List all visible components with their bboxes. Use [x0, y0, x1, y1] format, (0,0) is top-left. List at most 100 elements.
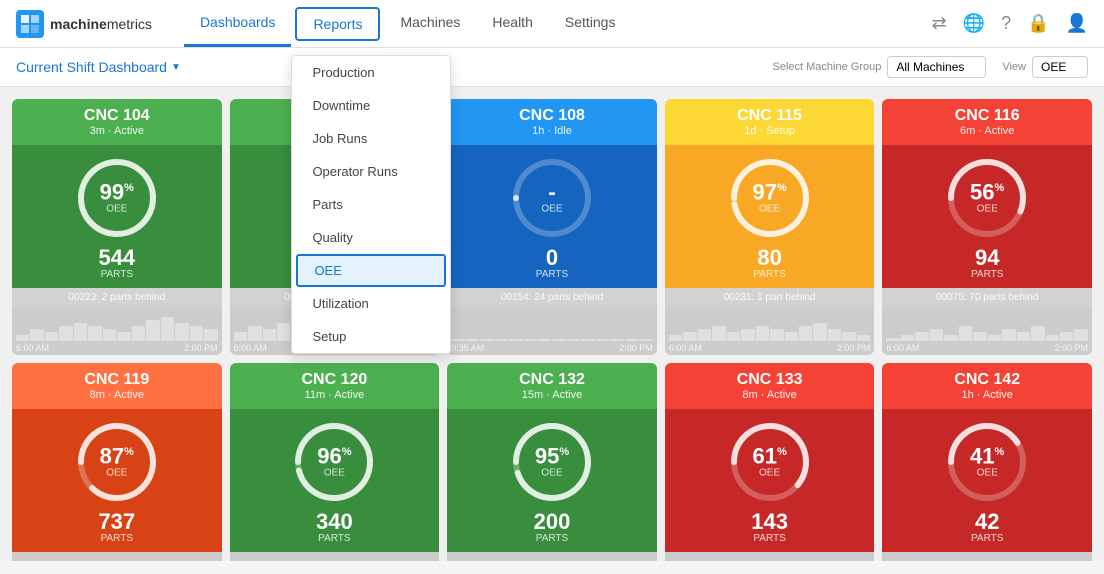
- card-header: CNC 116 6m · Active: [882, 99, 1092, 145]
- card-header: CNC 104 3m · Active: [12, 99, 222, 145]
- machine-group-select-group: Select Machine Group All Machines: [773, 56, 987, 78]
- machine-status: 11m · Active: [238, 389, 432, 401]
- dashboard-title[interactable]: Current Shift Dashboard ▼: [16, 59, 181, 75]
- card-header: CNC 108 1h · Idle: [447, 99, 657, 145]
- oee-percent: 41%: [970, 446, 1004, 468]
- reports-menu-item-parts[interactable]: Parts: [292, 188, 450, 221]
- reports-menu-item-production[interactable]: Production: [292, 56, 450, 89]
- machine-card-cnc-104[interactable]: CNC 104 3m · Active 99% OEE 544 PARTS 00…: [12, 99, 222, 355]
- logo-icon: [16, 10, 44, 38]
- parts-value: 200: [534, 511, 571, 533]
- machine-name: CNC 133: [673, 371, 867, 389]
- machine-card-cnc-116[interactable]: CNC 116 6m · Active 56% OEE 94 PARTS 000…: [882, 99, 1092, 355]
- oee-circle: 97% OEE: [725, 153, 815, 243]
- oee-label: OEE: [970, 468, 1004, 479]
- card-body: 97% OEE 80 PARTS: [665, 145, 875, 288]
- reports-menu-item-oee[interactable]: OEE: [296, 254, 446, 287]
- time-start: 6:00 AM: [234, 343, 267, 353]
- oee-percent: -: [541, 182, 562, 204]
- machine-name: CNC 142: [890, 371, 1084, 389]
- machine-card-cnc-115[interactable]: CNC 115 1d · Setup 97% OEE 80 PARTS 0023…: [665, 99, 875, 355]
- view-select[interactable]: OEE: [1032, 56, 1088, 78]
- timeline-times: 6:00 AM 2:00 PM: [12, 341, 222, 355]
- oee-value: 97% OEE: [752, 182, 786, 215]
- card-footer: 00223: 2 parts behind: [12, 288, 222, 307]
- nav-machines[interactable]: Machines: [384, 0, 476, 47]
- machine-card-cnc-119[interactable]: CNC 119 8m · Active 87% OEE 737 PARTS 6:…: [12, 363, 222, 561]
- machine-card-cnc-120[interactable]: CNC 120 11m · Active 96% OEE 340 PARTS 6…: [230, 363, 440, 561]
- machine-card-cnc-108[interactable]: CNC 108 1h · Idle - OEE 0 PARTS 00154: 2…: [447, 99, 657, 355]
- reports-menu-item-quality[interactable]: Quality: [292, 221, 450, 254]
- card-footer: 00154: 24 parts behind: [447, 288, 657, 307]
- oee-label: OEE: [535, 468, 569, 479]
- help-icon[interactable]: ?: [1001, 13, 1011, 34]
- oee-value: 95% OEE: [535, 446, 569, 479]
- reports-menu-item-job-runs[interactable]: Job Runs: [292, 122, 450, 155]
- oee-circle: - OEE: [507, 153, 597, 243]
- reports-menu-item-setup[interactable]: Setup: [292, 320, 450, 353]
- logo[interactable]: machinemetrics: [16, 10, 152, 38]
- timeline: [447, 307, 657, 341]
- main-nav: Dashboards Reports ProductionDowntimeJob…: [184, 0, 932, 47]
- parts-value: 94: [975, 247, 999, 269]
- reports-menu-item-operator-runs[interactable]: Operator Runs: [292, 155, 450, 188]
- oee-percent: 56%: [970, 182, 1004, 204]
- time-start: 6:00 AM: [886, 343, 919, 353]
- nav-settings[interactable]: Settings: [549, 0, 632, 47]
- oee-percent: 87%: [100, 446, 134, 468]
- machine-card-cnc-132[interactable]: CNC 132 15m · Active 95% OEE 200 PARTS 6…: [447, 363, 657, 561]
- card-body: 96% OEE 340 PARTS: [230, 409, 440, 552]
- nav-health[interactable]: Health: [476, 0, 548, 47]
- machine-card-cnc-142[interactable]: CNC 142 1h · Active 41% OEE 42 PARTS 6:0…: [882, 363, 1092, 561]
- reports-dropdown: ProductionDowntimeJob RunsOperator RunsP…: [291, 55, 451, 354]
- machine-group-select[interactable]: All Machines: [887, 56, 986, 78]
- parts-value: 544: [98, 247, 135, 269]
- time-start: 6:00 AM: [669, 343, 702, 353]
- time-end: 2:00 PM: [837, 343, 871, 353]
- parts-label: PARTS: [536, 533, 568, 544]
- oee-percent: 95%: [535, 446, 569, 468]
- machine-name: CNC 132: [455, 371, 649, 389]
- parts-label: PARTS: [971, 533, 1003, 544]
- oee-percent: 99%: [100, 182, 134, 204]
- sub-header-controls: Select Machine Group All Machines View O…: [773, 56, 1089, 78]
- machine-status: 15m · Active: [455, 389, 649, 401]
- machine-status: 6m · Active: [890, 125, 1084, 137]
- parts-label: PARTS: [753, 533, 785, 544]
- machine-card-cnc-133[interactable]: CNC 133 8m · Active 61% OEE 143 PARTS 6:…: [665, 363, 875, 561]
- nav-reports[interactable]: Reports: [295, 7, 380, 41]
- machine-status: 8m · Active: [20, 389, 214, 401]
- time-end: 2:00 PM: [1054, 343, 1088, 353]
- lock-icon[interactable]: 🔒: [1027, 13, 1049, 34]
- oee-label: OEE: [752, 204, 786, 215]
- machine-name: CNC 115: [673, 107, 867, 125]
- oee-percent: 61%: [752, 446, 786, 468]
- reports-menu-item-utilization[interactable]: Utilization: [292, 287, 450, 320]
- view-select-group: View OEE: [1002, 56, 1088, 78]
- shuffle-icon[interactable]: ⇄: [932, 13, 947, 34]
- chevron-down-icon: ▼: [171, 62, 181, 73]
- oee-circle: 56% OEE: [942, 153, 1032, 243]
- timeline: [12, 552, 222, 561]
- globe-icon[interactable]: 🌐: [963, 13, 985, 34]
- oee-percent: 97%: [752, 182, 786, 204]
- oee-label: OEE: [100, 204, 134, 215]
- card-body: 61% OEE 143 PARTS: [665, 409, 875, 552]
- sub-header: Current Shift Dashboard ▼ Select Machine…: [0, 48, 1104, 87]
- user-icon[interactable]: 👤: [1066, 13, 1088, 34]
- card-footer: 00075: 70 parts behind: [882, 288, 1092, 307]
- machine-grid: CNC 104 3m · Active 99% OEE 544 PARTS 00…: [0, 87, 1104, 561]
- timeline-times: 6:00 AM 2:00 PM: [665, 341, 875, 355]
- oee-label: OEE: [100, 468, 134, 479]
- oee-circle: 41% OEE: [942, 417, 1032, 507]
- nav-reports-container: Reports ProductionDowntimeJob RunsOperat…: [291, 7, 384, 41]
- timeline-times: 6:00 AM 2:00 PM: [882, 341, 1092, 355]
- parts-label: PARTS: [971, 269, 1003, 280]
- oee-percent: 96%: [317, 446, 351, 468]
- parts-label: PARTS: [318, 533, 350, 544]
- timeline: [882, 552, 1092, 561]
- card-header: CNC 119 8m · Active: [12, 363, 222, 409]
- nav-dashboards[interactable]: Dashboards: [184, 0, 292, 47]
- reports-menu-item-downtime[interactable]: Downtime: [292, 89, 450, 122]
- parts-value: 143: [751, 511, 788, 533]
